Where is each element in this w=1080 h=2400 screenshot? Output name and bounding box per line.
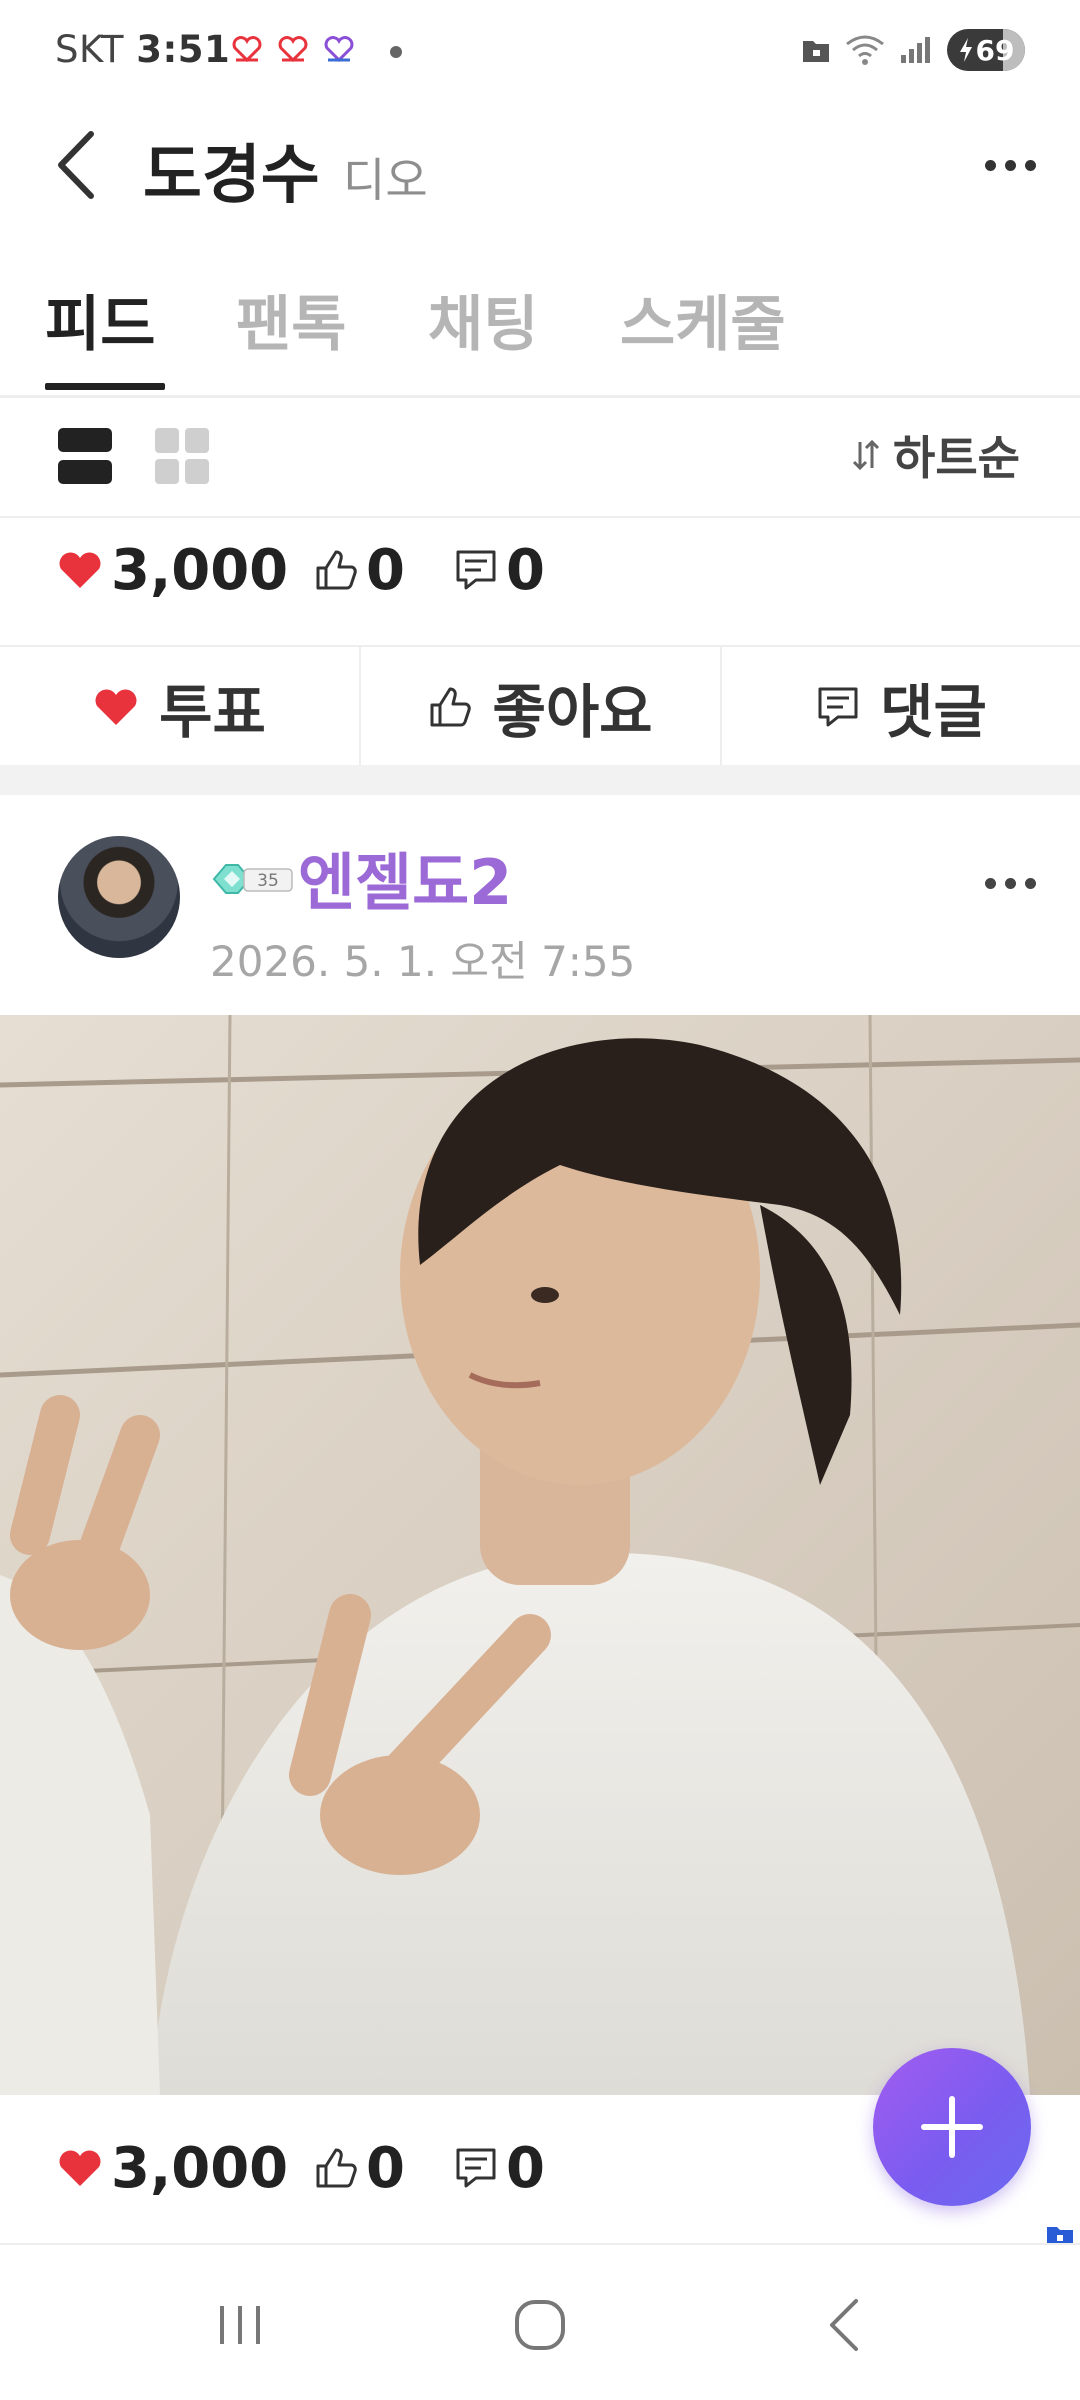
charging-icon [959,38,972,62]
like-count: 0 [314,2118,405,2218]
tab-schedule[interactable]: 스케줄 [620,275,786,375]
post-actions: 투표 좋아요 댓글 [0,645,1080,767]
comment-icon [456,550,496,590]
notification-heart-icon [232,36,262,62]
heart-count: 3,000 [57,2118,288,2218]
recent-apps-icon [220,2306,260,2344]
page-subtitle: 디오 [343,153,428,207]
heart-count: 3,000 [57,520,288,620]
notification-icons [232,34,354,64]
post-image [0,1015,1080,2095]
page-title: 도경수 [143,139,320,213]
avatar[interactable] [58,836,180,958]
thumbs-up-icon [316,2148,357,2188]
status-time: 3:51 [136,28,231,71]
tab-fantalk[interactable]: 팬톡 [236,275,346,375]
home-button[interactable] [480,2285,600,2365]
tab-bar: 피드 팬톡 채팅 스케줄 [0,265,1080,398]
back-icon [830,2299,858,2351]
previous-post-stats: 3,000 0 0 [0,520,1080,620]
battery-indicator: 69 [947,29,1025,71]
more-icon [984,159,996,171]
app-header: 도경수 디오 [0,110,1080,220]
post-photo[interactable] [0,1015,1080,2095]
heart-icon [59,2150,101,2186]
comment-count: 0 [454,2118,545,2218]
back-icon [58,131,94,199]
section-divider [0,765,1080,795]
like-button[interactable]: 좋아요 [361,647,720,767]
folder-lock-icon [803,41,829,62]
notification-heart-icon [278,36,308,62]
grid-view-icon[interactable] [155,428,209,484]
comment-icon [818,687,858,727]
post-username[interactable]: 엔젤됴2 [298,832,512,922]
vote-button[interactable]: 투표 [0,647,359,767]
sort-label: 하트순 [893,431,1020,485]
feed-toolbar: 하트순 [0,398,1080,518]
system-back-button[interactable] [784,2285,904,2365]
recent-apps-button[interactable] [180,2285,300,2365]
create-post-button[interactable] [873,2048,1031,2206]
thumbs-up-icon [316,550,357,590]
comment-count: 0 [454,520,545,620]
heart-icon [59,552,101,588]
status-bar: SKT 3:51 69 [0,0,1080,100]
more-icon [984,877,996,889]
plus-icon [921,2096,983,2158]
tab-feed[interactable]: 피드 [45,275,155,375]
comment-button[interactable]: 댓글 [722,647,1080,767]
system-nav-bar [0,2245,1080,2400]
notification-heart-icon [324,36,354,62]
more-button[interactable] [970,130,1050,200]
comment-icon [456,2148,496,2188]
level-badge-icon: 35 [212,864,293,894]
post-more-button[interactable] [970,848,1050,918]
svg-text:35: 35 [257,871,279,891]
post-date: 2026. 5. 1. 오전 7:55 [210,937,636,986]
tab-chat[interactable]: 채팅 [428,275,538,375]
list-view-icon[interactable] [58,428,112,484]
sort-icon [852,439,880,471]
signal-icon [901,37,930,63]
active-tab-indicator [45,383,165,390]
notification-dot [390,46,402,58]
status-carrier: SKT 3:51 [55,28,231,71]
home-icon [515,2300,565,2350]
like-count: 0 [314,520,405,620]
status-right: 69 [801,28,1025,72]
back-button[interactable] [40,120,110,210]
wifi-icon [846,35,884,65]
thumbs-up-icon [430,687,472,727]
heart-icon [95,689,137,725]
sort-button[interactable]: 하트순 [851,420,1020,490]
